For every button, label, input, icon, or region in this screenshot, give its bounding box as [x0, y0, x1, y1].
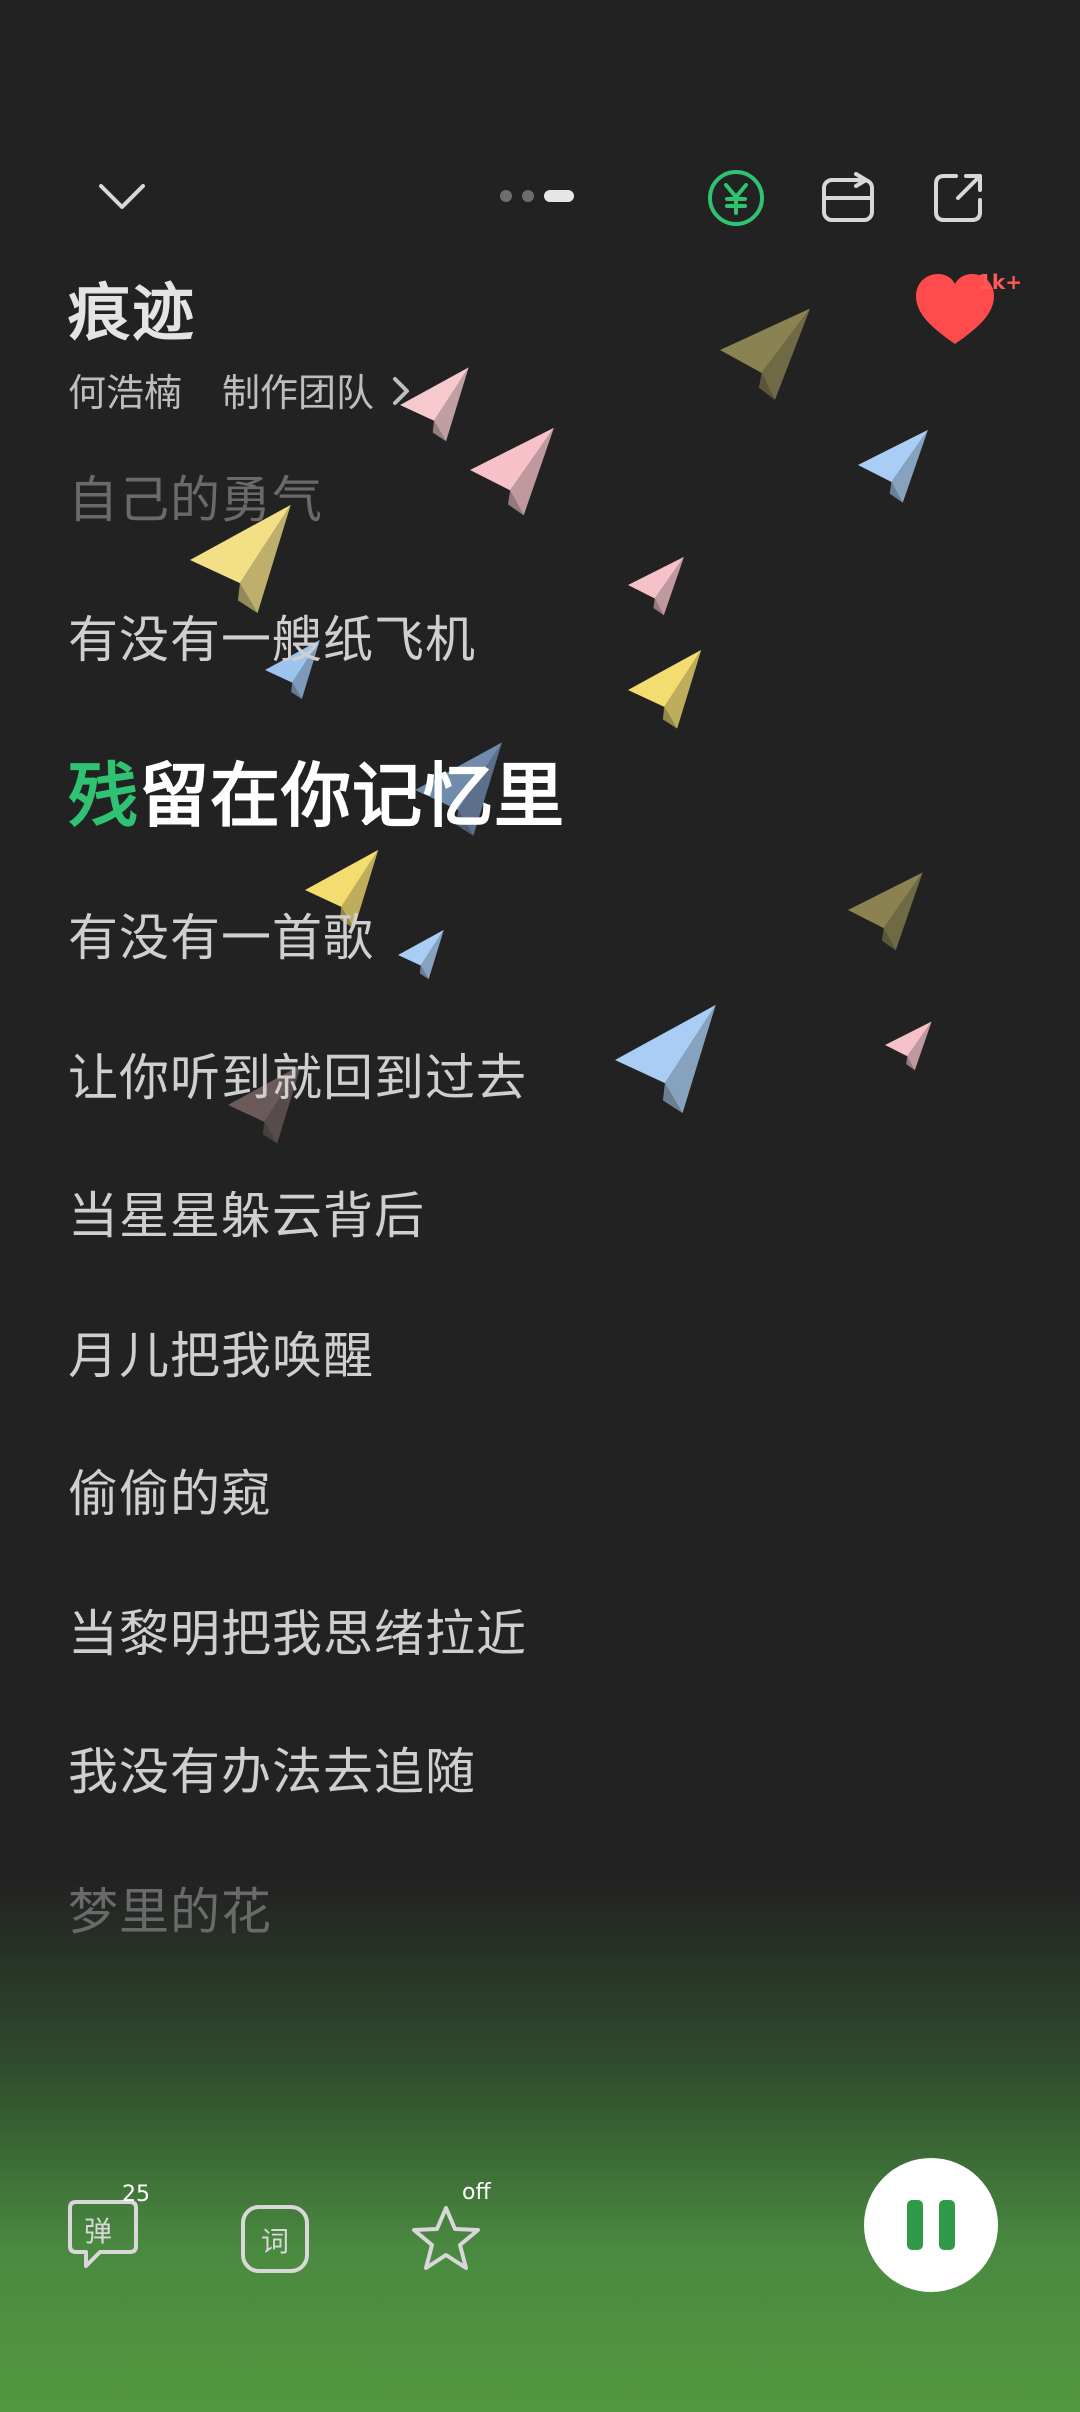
lyrics-mode-button[interactable]: 词 [240, 2204, 310, 2274]
lyric-line[interactable]: 自己的勇气 [68, 460, 323, 532]
like-count: 1k+ [978, 270, 1022, 294]
lyric-line-current[interactable]: 残留在你记忆里 [68, 740, 565, 841]
flip-card-icon [822, 172, 874, 222]
collapse-button[interactable] [90, 165, 154, 229]
chevron-right-icon [393, 377, 410, 405]
credits-label: 制作团队 [222, 371, 375, 415]
lyric-line[interactable]: 让你听到就回到过去 [68, 1038, 527, 1110]
vip-button[interactable] [700, 162, 772, 234]
page-dot-active[interactable] [544, 190, 574, 202]
lyric-line[interactable]: 我没有办法去追随 [68, 1732, 476, 1804]
star-outline-icon [412, 2206, 480, 2270]
artist-name[interactable]: 何浩楠 [68, 362, 182, 417]
pause-icon-bar [939, 2200, 955, 2250]
lyrics-mode-label: 词 [261, 2225, 290, 2258]
credits-link[interactable]: 制作团队 [222, 362, 410, 417]
pause-icon [907, 2200, 923, 2250]
lyric-sung-part: 残 [68, 755, 139, 837]
danmaku-count: 25 [122, 2182, 150, 2207]
page-dot[interactable] [500, 190, 512, 202]
danmaku-button[interactable]: 弹 25 [66, 2182, 156, 2278]
lyric-line[interactable]: 偷偷的窥 [68, 1454, 272, 1526]
artist-row: 何浩楠 制作团队 [68, 362, 410, 417]
page-dot[interactable] [522, 190, 534, 202]
flip-button[interactable] [812, 162, 884, 234]
effect-status-badge: off [462, 2180, 491, 2205]
lyric-unsung-part: 留在你记忆里 [139, 755, 565, 837]
pause-button[interactable] [864, 2158, 998, 2292]
lyric-line[interactable]: 有没有一首歌 [68, 898, 374, 970]
lyric-line[interactable]: 当星星躲云背后 [68, 1176, 425, 1248]
page-indicator [500, 190, 574, 202]
lyric-line[interactable]: 当黎明把我思绪拉近 [68, 1594, 527, 1666]
chevron-down-icon [99, 184, 145, 209]
song-title: 痕迹 [68, 276, 197, 349]
yen-circle-icon [708, 170, 764, 226]
danmaku-label: 弹 [84, 2215, 113, 2248]
lyric-line[interactable]: 有没有一艘纸飞机 [68, 600, 476, 672]
lyric-line[interactable]: 梦里的花 [68, 1872, 272, 1944]
lyric-line[interactable]: 月儿把我唤醒 [68, 1316, 374, 1388]
effect-toggle-button[interactable]: off [410, 2180, 500, 2278]
share-icon [934, 174, 982, 222]
share-button[interactable] [922, 162, 994, 234]
